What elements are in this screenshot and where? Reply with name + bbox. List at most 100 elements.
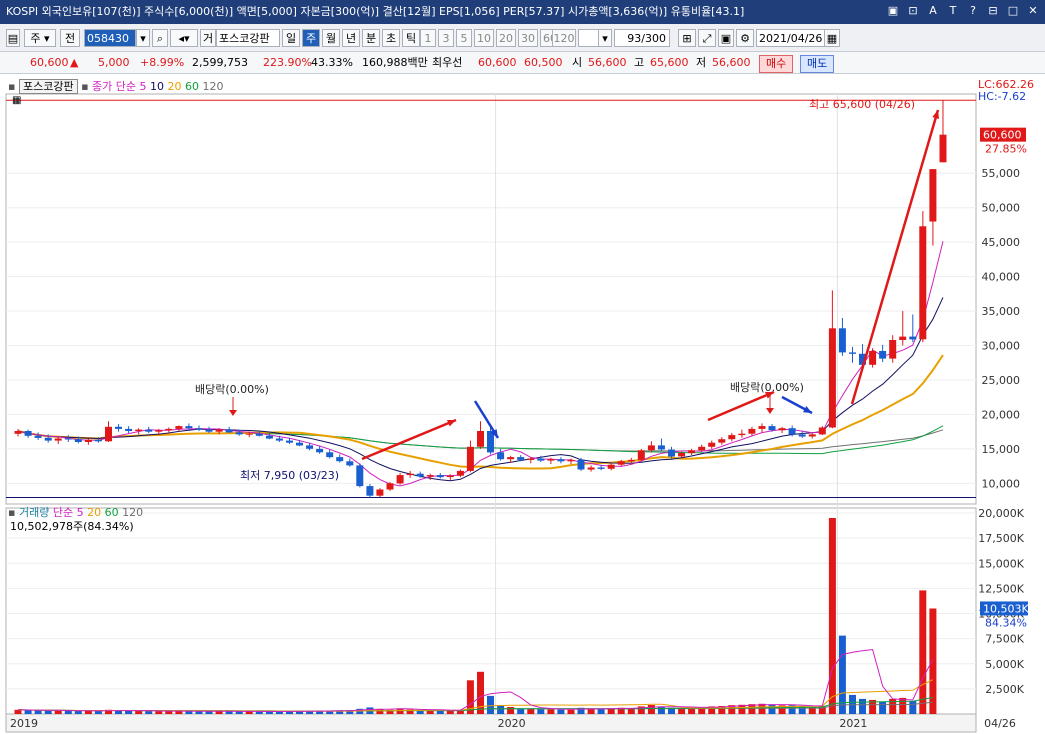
help-icon[interactable]: ?	[965, 3, 981, 19]
volume-bar[interactable]	[145, 711, 153, 714]
period-month[interactable]: 월	[322, 29, 340, 47]
volume-bar[interactable]	[517, 708, 525, 714]
candle-body[interactable]	[768, 426, 776, 431]
candle-body[interactable]	[517, 457, 525, 460]
interval-1[interactable]: 1	[420, 29, 436, 47]
candle-body[interactable]	[406, 473, 414, 476]
candle-body[interactable]	[778, 428, 786, 431]
candle-body[interactable]	[617, 461, 625, 465]
candle-body[interactable]	[286, 440, 293, 443]
candle-body[interactable]	[718, 439, 726, 443]
candle-body[interactable]	[155, 430, 163, 432]
candle-body[interactable]	[708, 442, 716, 447]
scope-select[interactable]: 전	[60, 29, 80, 47]
candle-body[interactable]	[255, 433, 263, 436]
text-icon[interactable]: T	[945, 3, 961, 19]
candle-body[interactable]	[265, 435, 273, 439]
candle-body[interactable]	[275, 438, 283, 441]
candle-body[interactable]	[336, 457, 344, 462]
volume-bar[interactable]	[497, 705, 505, 714]
candle-body[interactable]	[698, 446, 706, 451]
candle-body[interactable]	[567, 459, 575, 462]
period-tick[interactable]: 틱	[402, 29, 420, 47]
stock-name-field[interactable]: 포스코강판	[216, 29, 280, 47]
period-minute[interactable]: 분	[362, 29, 380, 47]
volume-bar[interactable]	[507, 707, 515, 714]
interval-3[interactable]: 3	[438, 29, 454, 47]
draw-icon[interactable]: ⤢	[698, 29, 716, 47]
frame-icon[interactable]: ▣	[885, 3, 901, 19]
candle-body[interactable]	[235, 432, 243, 435]
volume-bar[interactable]	[567, 709, 575, 714]
stock-tag[interactable]: 포스코강판	[18, 79, 78, 94]
candle-body[interactable]	[788, 428, 796, 435]
candle-body[interactable]	[889, 340, 897, 359]
candle-body[interactable]	[74, 439, 82, 442]
stock-code-input[interactable]: 058430	[84, 29, 136, 47]
date-input[interactable]: 2021/04/26	[756, 29, 826, 47]
candle-body[interactable]	[808, 434, 816, 437]
candle-body[interactable]	[175, 426, 183, 429]
candle-body[interactable]	[838, 328, 846, 353]
volume-bar[interactable]	[34, 710, 42, 714]
interval-20[interactable]: 20	[496, 29, 516, 47]
candle-body[interactable]	[446, 475, 454, 478]
volume-bar[interactable]	[24, 710, 32, 714]
candle-body[interactable]	[919, 226, 927, 340]
volume-bar[interactable]	[125, 710, 133, 714]
volume-bar[interactable]	[44, 710, 52, 714]
volume-bar[interactable]	[859, 698, 866, 714]
code-dropdown-icon[interactable]: ▾	[136, 29, 150, 47]
split-icon[interactable]: ⊡	[905, 3, 921, 19]
candle-body[interactable]	[738, 433, 746, 436]
candle-body[interactable]	[94, 439, 102, 442]
legend-ma5[interactable]: 5	[140, 80, 147, 93]
candle-body[interactable]	[165, 428, 173, 431]
candle-body[interactable]	[145, 429, 153, 432]
candle-body[interactable]	[376, 489, 384, 496]
candle-body[interactable]	[316, 448, 324, 453]
calendar-icon[interactable]: ▦	[824, 29, 840, 47]
candle-body[interactable]	[34, 435, 42, 438]
candle-body[interactable]	[436, 475, 444, 478]
volume-bar[interactable]	[64, 710, 72, 714]
volume-bar[interactable]	[557, 709, 565, 714]
candle-body[interactable]	[879, 351, 887, 359]
candle-body[interactable]	[929, 169, 937, 222]
candle-body[interactable]	[507, 457, 515, 460]
volume-bar[interactable]	[135, 711, 143, 714]
legend-ma120[interactable]: 120	[203, 80, 224, 93]
candle-body[interactable]	[637, 450, 645, 460]
candle-body[interactable]	[869, 351, 877, 365]
volume-bar[interactable]	[94, 711, 102, 714]
close-icon[interactable]: ✕	[1025, 3, 1041, 19]
candle-body[interactable]	[24, 431, 32, 436]
candle-body[interactable]	[416, 473, 424, 477]
period-year[interactable]: 년	[342, 29, 360, 47]
interval-10[interactable]: 10	[474, 29, 494, 47]
candle-body[interactable]	[456, 470, 464, 476]
candle-body[interactable]	[135, 429, 143, 431]
interval-120[interactable]: 120	[552, 29, 576, 47]
candle-body[interactable]	[366, 486, 374, 496]
legend-ma60[interactable]: 60	[185, 80, 199, 93]
legend-prefix[interactable]: 종가 단순	[92, 80, 136, 93]
candle-body[interactable]	[215, 429, 223, 432]
search-icon[interactable]: ⌕	[152, 29, 168, 47]
candle-body[interactable]	[386, 483, 394, 490]
save-icon[interactable]: ▣	[718, 29, 734, 47]
chart-canvas[interactable]: 10,000 15,000 20,000 25,000 30,000 35,000 40,0…	[0, 74, 1045, 734]
volume-bar[interactable]	[255, 711, 263, 714]
candle-body[interactable]	[84, 439, 92, 442]
candle-body[interactable]	[497, 452, 505, 460]
volume-bar[interactable]	[205, 711, 213, 714]
volume-bar[interactable]	[14, 709, 22, 714]
period-day[interactable]: 일	[282, 29, 300, 47]
candle-body[interactable]	[356, 465, 364, 487]
buy-button[interactable]: 매수	[759, 55, 794, 73]
volume-bar[interactable]	[597, 709, 605, 714]
minimize-icon[interactable]: ⊟	[985, 3, 1001, 19]
candle-body[interactable]	[115, 426, 122, 429]
candle-body[interactable]	[758, 426, 766, 429]
candle-body[interactable]	[477, 431, 484, 447]
